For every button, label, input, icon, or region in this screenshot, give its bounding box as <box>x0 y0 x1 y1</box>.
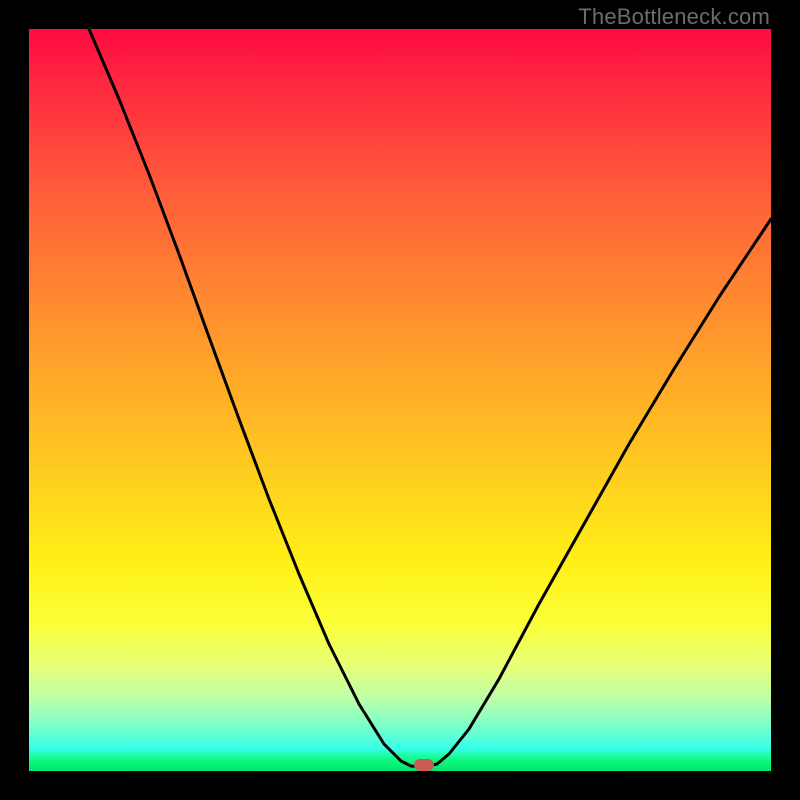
watermark-text: TheBottleneck.com <box>578 4 770 30</box>
bottleneck-curve <box>29 29 771 771</box>
chart-frame: TheBottleneck.com <box>0 0 800 800</box>
curve-path <box>89 29 771 767</box>
optimum-marker <box>414 759 434 771</box>
